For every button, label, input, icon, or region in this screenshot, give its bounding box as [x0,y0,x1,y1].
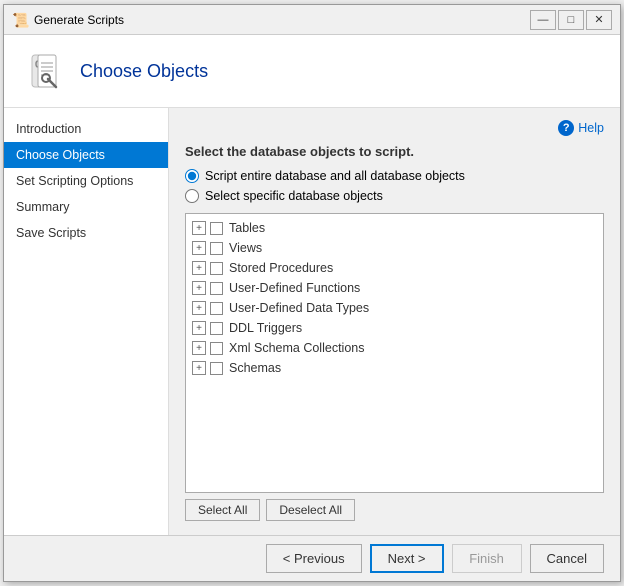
dialog-title: Choose Objects [80,61,208,82]
expand-xml-schema-collections[interactable]: + [192,341,206,355]
radio-specific[interactable]: Select specific database objects [185,189,604,203]
finish-button[interactable]: Finish [452,544,522,573]
window-title: Generate Scripts [34,13,530,27]
sidebar-item-save-scripts[interactable]: Save Scripts [4,220,168,246]
sidebar-item-summary[interactable]: Summary [4,194,168,220]
checkbox-ddl-triggers[interactable] [210,322,223,335]
checkbox-user-defined-data-types[interactable] [210,302,223,315]
content-area: Introduction Choose Objects Set Scriptin… [4,108,620,535]
deselect-all-button[interactable]: Deselect All [266,499,355,521]
main-panel: ? Help Select the database objects to sc… [169,108,620,535]
next-button[interactable]: Next > [370,544,444,573]
radio-group: Script entire database and all database … [185,169,604,203]
help-link[interactable]: ? Help [558,120,604,136]
script-scroll-icon [20,47,68,95]
section-label: Select the database objects to script. [185,144,604,159]
checkbox-stored-procedures[interactable] [210,262,223,275]
tree-item-tables[interactable]: + Tables [186,218,603,238]
checkbox-schemas[interactable] [210,362,223,375]
minimize-button[interactable]: — [530,10,556,30]
checkbox-tables[interactable] [210,222,223,235]
sidebar: Introduction Choose Objects Set Scriptin… [4,108,169,535]
radio-entire[interactable]: Script entire database and all database … [185,169,604,183]
close-button[interactable]: ✕ [586,10,612,30]
expand-tables[interactable]: + [192,221,206,235]
select-all-button[interactable]: Select All [185,499,260,521]
help-row: ? Help [185,120,604,136]
tree-item-xml-schema-collections[interactable]: + Xml Schema Collections [186,338,603,358]
previous-button[interactable]: < Previous [266,544,362,573]
tree-item-views[interactable]: + Views [186,238,603,258]
maximize-button[interactable]: □ [558,10,584,30]
expand-views[interactable]: + [192,241,206,255]
help-icon: ? [558,120,574,136]
expand-ddl-triggers[interactable]: + [192,321,206,335]
sidebar-item-set-scripting-options[interactable]: Set Scripting Options [4,168,168,194]
radio-specific-input[interactable] [185,189,199,203]
tree-item-stored-procedures[interactable]: + Stored Procedures [186,258,603,278]
tree-item-user-defined-data-types[interactable]: + User-Defined Data Types [186,298,603,318]
help-label: Help [578,121,604,135]
expand-user-defined-data-types[interactable]: + [192,301,206,315]
sidebar-item-choose-objects[interactable]: Choose Objects [4,142,168,168]
tree-item-user-defined-functions[interactable]: + User-Defined Functions [186,278,603,298]
checkbox-views[interactable] [210,242,223,255]
sidebar-item-introduction[interactable]: Introduction [4,116,168,142]
expand-schemas[interactable]: + [192,361,206,375]
radio-entire-input[interactable] [185,169,199,183]
checkbox-xml-schema-collections[interactable] [210,342,223,355]
expand-stored-procedures[interactable]: + [192,261,206,275]
title-bar: 📜 Generate Scripts — □ ✕ [4,5,620,35]
footer: < Previous Next > Finish Cancel [4,535,620,581]
tree-item-ddl-triggers[interactable]: + DDL Triggers [186,318,603,338]
window-icon: 📜 [12,12,28,28]
dialog-header: Choose Objects [4,35,620,108]
expand-user-defined-functions[interactable]: + [192,281,206,295]
cancel-button[interactable]: Cancel [530,544,604,573]
main-window: 📜 Generate Scripts — □ ✕ Choose Objects [3,4,621,582]
box-buttons: Select All Deselect All [185,499,604,521]
window-controls: — □ ✕ [530,10,612,30]
checkbox-user-defined-functions[interactable] [210,282,223,295]
tree-item-schemas[interactable]: + Schemas [186,358,603,378]
objects-tree[interactable]: + Tables + Views + Stored Procedures + [185,213,604,493]
